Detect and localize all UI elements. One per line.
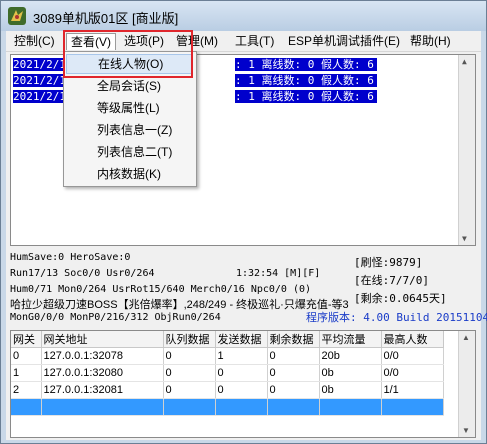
table-cell: 0/0: [381, 347, 444, 365]
table-cell: 1/1: [381, 381, 444, 399]
table-cell: [41, 398, 164, 416]
status-save: HumSave:0 HeroSave:0: [10, 252, 131, 263]
menu-view[interactable]: 查看(V): [66, 33, 116, 50]
table-cell: 0/0: [381, 364, 444, 382]
status-clock: 1:32:54 [M][F]: [236, 268, 321, 279]
menu-item-level-attributes[interactable]: 等级属性(L): [66, 98, 192, 118]
application-window: 3089单机版01区 [商业版] 控制(C) 查看(V) 选项(P) 管理(M)…: [0, 0, 487, 444]
table-row[interactable]: 1 127.0.0.1:32080 0 0 0 0b 0/0: [11, 364, 444, 382]
column-header[interactable]: 发送数据: [215, 331, 268, 348]
table-cell: [381, 398, 444, 416]
column-header[interactable]: 平均流量: [319, 331, 382, 348]
table-cell: 2: [11, 381, 42, 399]
status-broadcast: 哈拉少超级刀速BOSS【兆倍爆率】,248/249 - 终极巡礼·只爆充值-等3: [10, 299, 349, 311]
table-cell: 0: [267, 364, 320, 382]
table-row[interactable]: 0 127.0.0.1:32078 0 1 0 20b 0/0: [11, 347, 444, 365]
log-scrollbar[interactable]: ▲ ▼: [458, 55, 475, 245]
table-cell: 0: [11, 347, 42, 365]
table-cell: 1: [215, 347, 268, 365]
table-cell: 0: [267, 347, 320, 365]
view-menu-dropdown: 在线人物(O) 全局会话(S) 等级属性(L) 列表信息一(Z) 列表信息二(T…: [63, 51, 197, 187]
menu-item-global-session[interactable]: 全局会话(S): [66, 76, 192, 96]
table-cell: 0: [215, 381, 268, 399]
menu-tools[interactable]: 工具(T): [231, 33, 278, 49]
window-title: 3089单机版01区 [商业版]: [33, 11, 179, 26]
log-line-date: 2021/2/1: [13, 90, 63, 103]
table-cell: 127.0.0.1:32078: [41, 347, 164, 365]
table-cell: [267, 398, 320, 416]
table-cell: 0: [163, 381, 216, 399]
title-bar: 3089单机版01区 [商业版]: [1, 1, 486, 31]
scroll-down-icon[interactable]: ▼: [462, 426, 470, 435]
menu-item-online-players[interactable]: 在线人物(O): [66, 54, 192, 74]
table-cell: 0: [215, 364, 268, 382]
table-cell: 127.0.0.1:32081: [41, 381, 164, 399]
table-cell: 0b: [319, 364, 382, 382]
scroll-down-icon[interactable]: ▼: [462, 234, 467, 243]
column-header[interactable]: 剩余数据: [267, 331, 320, 348]
scroll-up-icon[interactable]: ▲: [462, 333, 470, 342]
column-header[interactable]: 队列数据: [163, 331, 216, 348]
table-cell: 0: [267, 381, 320, 399]
menu-help[interactable]: 帮助(H): [406, 33, 455, 49]
status-days: [剩余:0.0645天]: [354, 292, 447, 305]
app-dragon-icon: [8, 7, 26, 25]
status-mon: MonG0/0/0 MonP0/216/312 ObjRun0/264: [10, 312, 221, 323]
table-cell: [163, 398, 216, 416]
scroll-up-icon[interactable]: ▲: [462, 57, 467, 66]
menu-item-list-info-two[interactable]: 列表信息二(T): [66, 142, 192, 162]
menu-control[interactable]: 控制(C): [10, 33, 59, 49]
column-header[interactable]: 网关地址: [41, 331, 164, 348]
column-header[interactable]: 最高人数: [381, 331, 444, 348]
log-line-stats: : 1 离线数: 0 假人数: 6: [235, 90, 377, 103]
status-online: [在线:7/7/0]: [354, 274, 429, 287]
menu-manage[interactable]: 管理(M): [172, 33, 222, 49]
table-scrollbar[interactable]: ▲ ▼: [458, 331, 475, 437]
table-row-selected[interactable]: [11, 398, 444, 416]
status-hum: Hum0/71 Mon0/264 UsrRot15/640 Merch0/16 …: [10, 284, 312, 295]
table-cell: 0b: [319, 381, 382, 399]
menu-bar: 控制(C) 查看(V) 选项(P) 管理(M) 工具(T) ESP单机调试插件(…: [6, 31, 481, 52]
table-cell: 20b: [319, 347, 382, 365]
table-cell: [319, 398, 382, 416]
table-cell: [215, 398, 268, 416]
status-run: Run17/13 Soc0/0 Usr0/264: [10, 268, 155, 279]
table-cell: 0: [163, 347, 216, 365]
status-brush: [刷怪:9879]: [354, 256, 423, 269]
table-cell: 0: [163, 364, 216, 382]
menu-esp-plugin[interactable]: ESP单机调试插件(E): [284, 33, 404, 49]
gateway-table[interactable]: 网关 网关地址 队列数据 发送数据 剩余数据 平均流量 最高人数 0 127.0…: [10, 330, 476, 438]
table-cell: 1: [11, 364, 42, 382]
column-header[interactable]: 网关: [11, 331, 42, 348]
table-cell: 127.0.0.1:32080: [41, 364, 164, 382]
table-cell: [11, 398, 42, 416]
log-line-stats: : 1 离线数: 0 假人数: 6: [235, 58, 377, 71]
menu-item-list-info-one[interactable]: 列表信息一(Z): [66, 120, 192, 140]
menu-item-kernel-data[interactable]: 内核数据(K): [66, 164, 192, 184]
log-line-stats: : 1 离线数: 0 假人数: 6: [235, 74, 377, 87]
log-line-date: 2021/2/1: [13, 74, 63, 87]
version-label: 程序版本: 4.00 Build 20151104: [306, 311, 487, 324]
log-line-date: 2021/2/1: [13, 58, 63, 71]
table-row[interactable]: 2 127.0.0.1:32081 0 0 0 0b 1/1: [11, 381, 444, 399]
gateway-grid: 网关 网关地址 队列数据 发送数据 剩余数据 平均流量 最高人数 0 127.0…: [11, 331, 444, 416]
menu-options[interactable]: 选项(P): [120, 33, 168, 49]
